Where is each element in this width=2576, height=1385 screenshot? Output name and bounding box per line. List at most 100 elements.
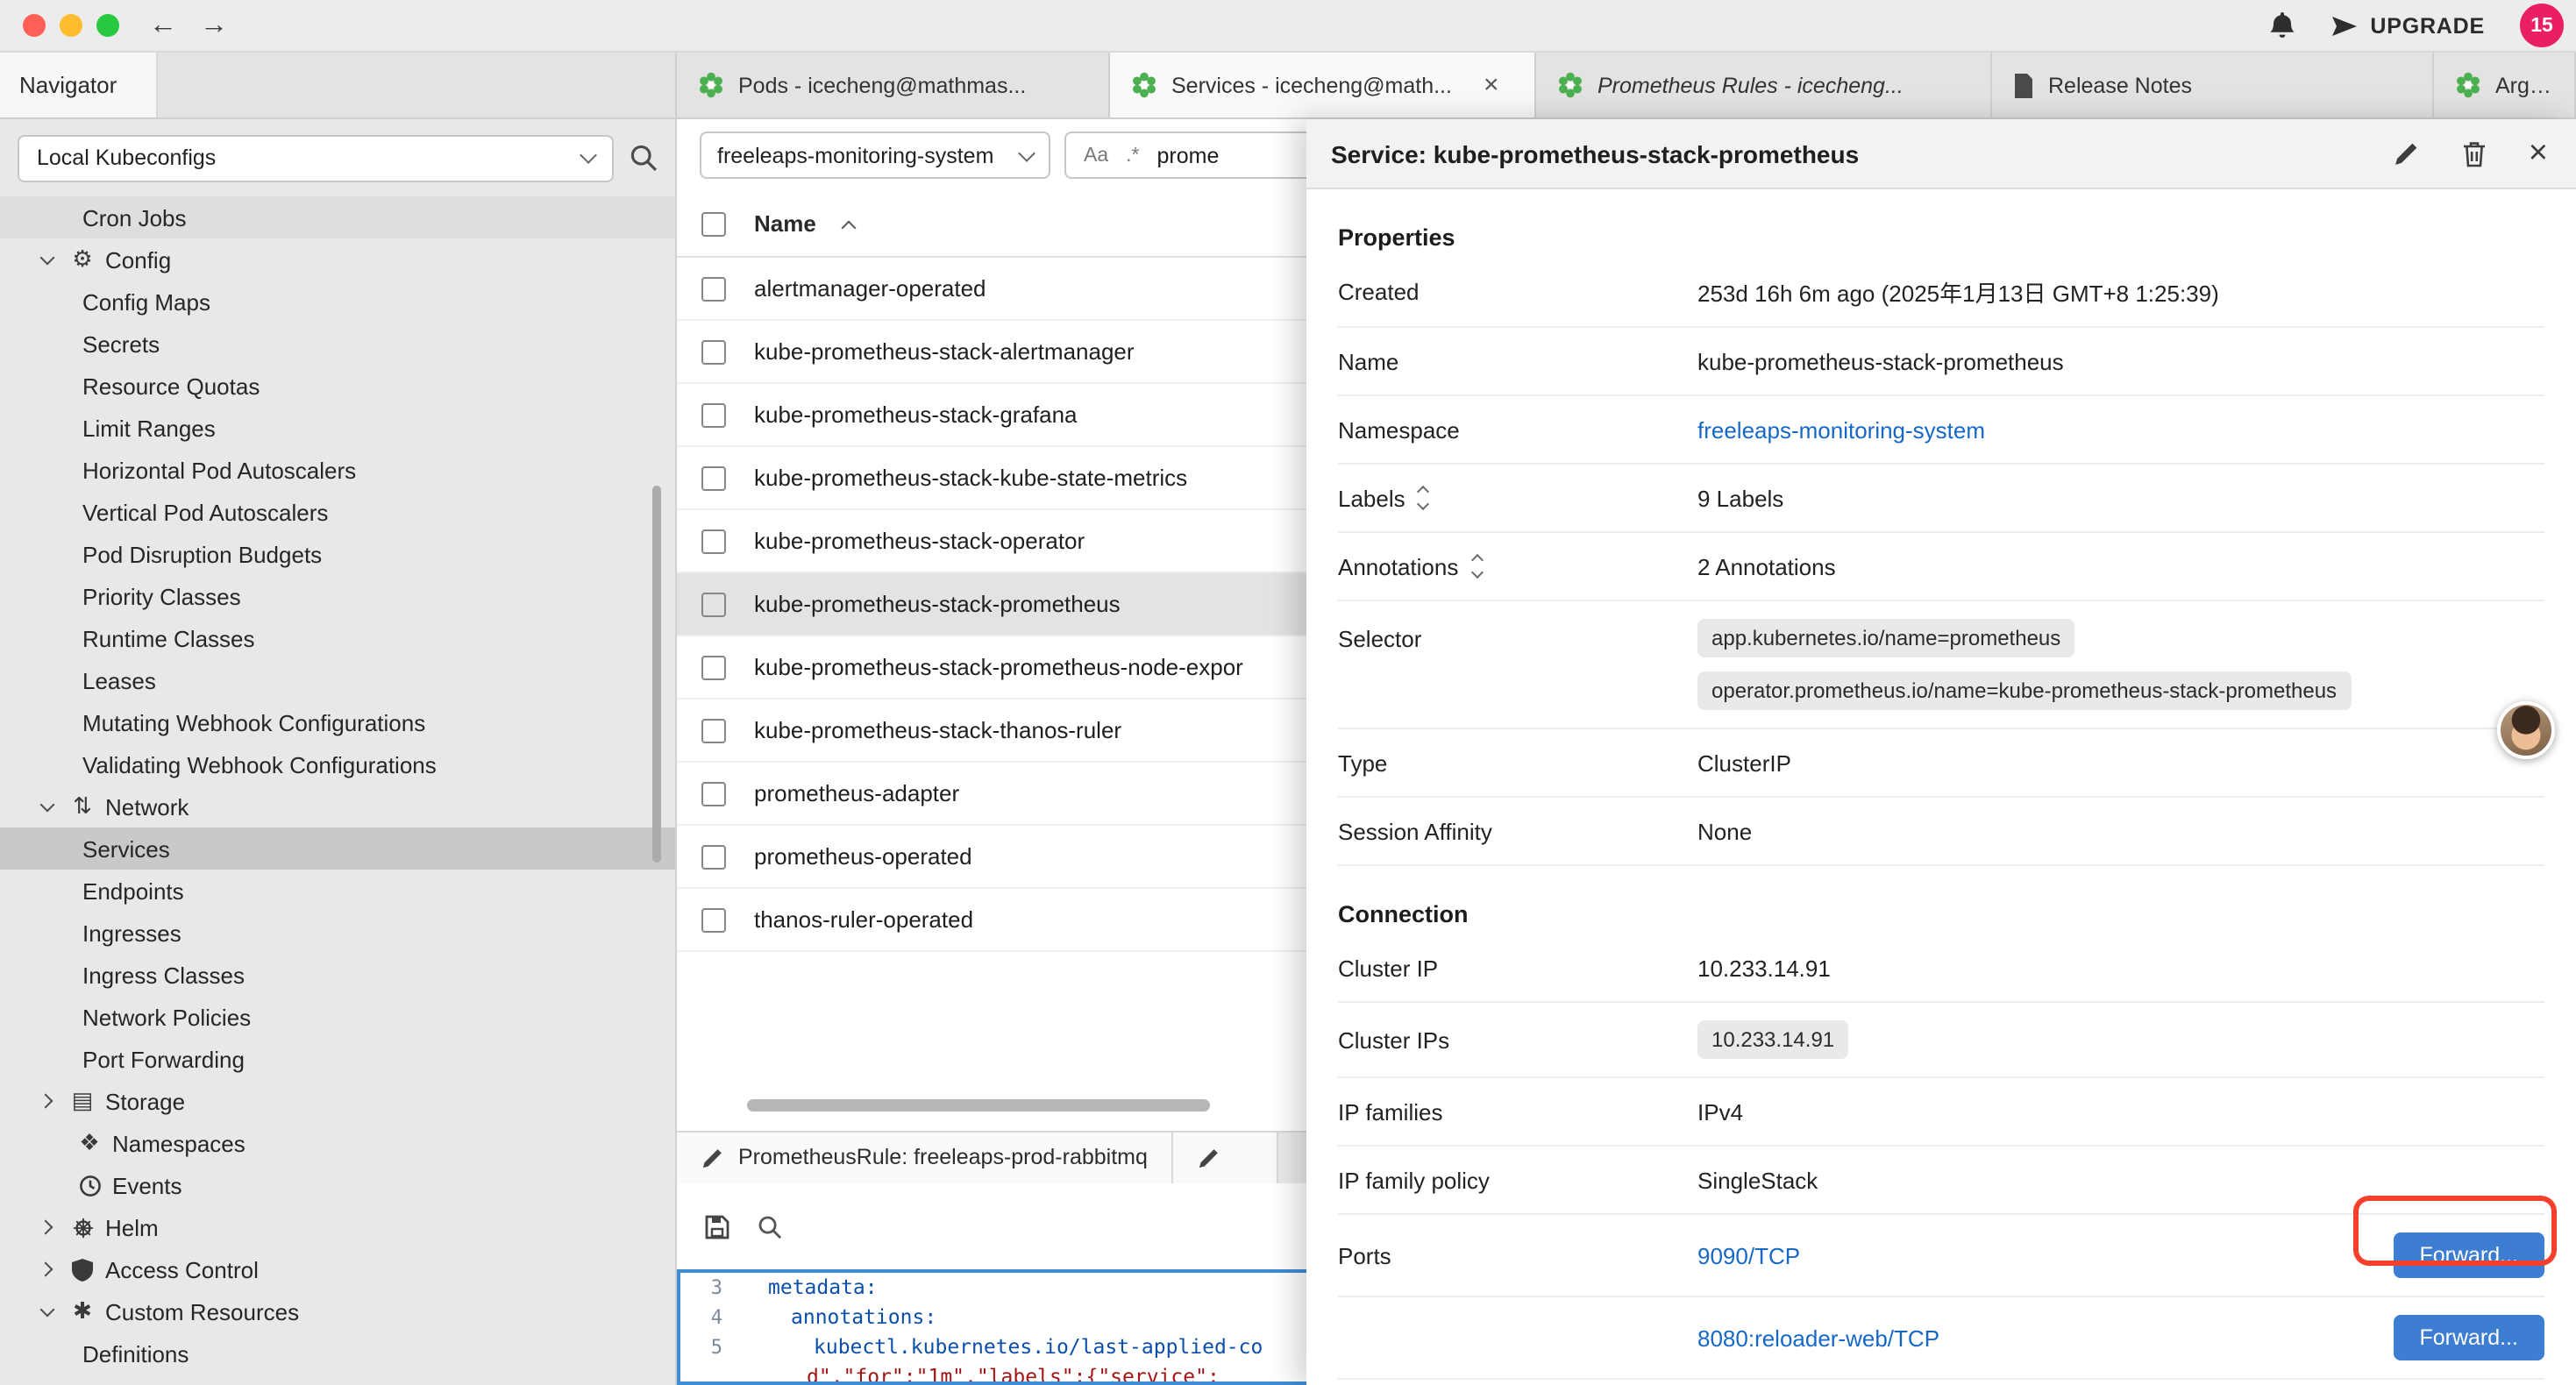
drawer-row-session-affinity: Session Affinity None bbox=[1338, 798, 2544, 866]
editor-search-icon[interactable] bbox=[758, 1215, 782, 1239]
service-name: kube-prometheus-stack-alertmanager bbox=[754, 338, 1135, 365]
sidebar-item-namespaces[interactable]: ❖ Namespaces bbox=[0, 1122, 675, 1164]
back-button[interactable]: ← bbox=[149, 0, 177, 52]
port-link-8080[interactable]: 8080:reloader-web/TCP bbox=[1697, 1325, 1939, 1351]
regex-toggle[interactable]: .* bbox=[1126, 145, 1139, 166]
line-number bbox=[680, 1361, 744, 1385]
row-checkbox[interactable] bbox=[701, 907, 726, 932]
save-icon[interactable] bbox=[705, 1215, 729, 1239]
notification-count-badge[interactable]: 15 bbox=[2520, 4, 2564, 47]
sidebar-item-secrets[interactable]: Secrets bbox=[0, 323, 675, 365]
sidebar-item-vertical-pod-autoscalers[interactable]: Vertical Pod Autoscalers bbox=[0, 491, 675, 533]
sidebar-item-horizontal-pod-autoscalers[interactable]: Horizontal Pod Autoscalers bbox=[0, 449, 675, 491]
freelens-logo-icon bbox=[2455, 72, 2481, 98]
sidebar-item-label: Config bbox=[105, 246, 171, 273]
notifications-bell-icon[interactable] bbox=[2268, 11, 2295, 39]
tab-release-notes[interactable]: Release Notes bbox=[1992, 53, 2434, 117]
kubeconfig-selector[interactable]: Local Kubeconfigs bbox=[18, 134, 614, 181]
drawer-value: None bbox=[1697, 818, 2544, 844]
namespace-filter-select[interactable]: freeleaps-monitoring-system bbox=[700, 131, 1050, 179]
sidebar-item-resource-quotas[interactable]: Resource Quotas bbox=[0, 365, 675, 407]
row-checkbox[interactable] bbox=[701, 339, 726, 364]
sidebar-item-config[interactable]: ⚙ Config bbox=[0, 238, 675, 281]
upgrade-button[interactable]: UPGRADE bbox=[2330, 11, 2485, 39]
unfold-more-icon[interactable] bbox=[1472, 556, 1481, 577]
sidebar-item-services[interactable]: Services bbox=[0, 827, 675, 870]
sidebar-item-mutating-webhook-configurations[interactable]: Mutating Webhook Configurations bbox=[0, 701, 675, 743]
chevron-down-icon bbox=[580, 146, 597, 164]
sidebar-item-priority-classes[interactable]: Priority Classes bbox=[0, 575, 675, 617]
match-case-toggle[interactable]: Aa bbox=[1084, 145, 1108, 166]
sidebar-item-validating-webhook-configurations[interactable]: Validating Webhook Configurations bbox=[0, 743, 675, 785]
row-checkbox[interactable] bbox=[701, 529, 726, 553]
row-checkbox[interactable] bbox=[701, 276, 726, 301]
sidebar-item-config-maps[interactable]: Config Maps bbox=[0, 281, 675, 323]
sidebar-item-access-control[interactable]: Access Control bbox=[0, 1248, 675, 1290]
chevron-down-icon bbox=[42, 1308, 67, 1315]
sidebar-item-network[interactable]: ⇅ Network bbox=[0, 785, 675, 827]
sidebar-item-leases[interactable]: Leases bbox=[0, 659, 675, 701]
delete-trash-icon[interactable] bbox=[2462, 139, 2487, 167]
sidebar-item-label: Runtime Classes bbox=[82, 625, 255, 651]
sidebar-item-cron-jobs[interactable]: Cron Jobs bbox=[0, 196, 675, 238]
tab-prometheus-rules[interactable]: Prometheus Rules - icecheng... bbox=[1536, 53, 1992, 117]
sidebar-item-port-forwarding[interactable]: Port Forwarding bbox=[0, 1038, 675, 1080]
service-name: kube-prometheus-stack-prometheus bbox=[754, 591, 1121, 617]
storage-icon: ▤ bbox=[67, 1087, 98, 1115]
window-controls bbox=[0, 14, 119, 37]
sidebar-item-endpoints[interactable]: Endpoints bbox=[0, 870, 675, 912]
row-checkbox[interactable] bbox=[701, 465, 726, 490]
drawer-value: 9 Labels bbox=[1697, 485, 2544, 511]
row-checkbox[interactable] bbox=[701, 402, 726, 427]
namespace-link[interactable]: freeleaps-monitoring-system bbox=[1697, 416, 1985, 443]
close-window-button[interactable] bbox=[23, 14, 46, 37]
upgrade-label: UPGRADE bbox=[2370, 13, 2485, 38]
sidebar-item-helm[interactable]: Helm bbox=[0, 1206, 675, 1248]
row-checkbox[interactable] bbox=[701, 655, 726, 679]
drawer-row-cluster-ips: Cluster IPs 10.233.14.91 bbox=[1338, 1003, 2544, 1078]
sidebar-item-network-policies[interactable]: Network Policies bbox=[0, 996, 675, 1038]
avatar[interactable] bbox=[2497, 701, 2555, 759]
sidebar-item-ingresses[interactable]: Ingresses bbox=[0, 912, 675, 954]
row-checkbox[interactable] bbox=[701, 592, 726, 616]
edit-pencil-icon[interactable] bbox=[2394, 140, 2420, 167]
unfold-more-icon[interactable] bbox=[1420, 487, 1428, 508]
cluster-ip-badge: 10.233.14.91 bbox=[1697, 1020, 1848, 1059]
scrollbar-thumb[interactable] bbox=[747, 1098, 1210, 1111]
sidebar-item-custom-resources[interactable]: ✱ Custom Resources bbox=[0, 1290, 675, 1332]
forward-button-8080[interactable]: Forward... bbox=[2393, 1315, 2544, 1360]
navigator-tab[interactable]: Navigator bbox=[0, 53, 158, 117]
name-column-header[interactable]: Name bbox=[754, 210, 816, 237]
tab-argo[interactable]: Argo S bbox=[2434, 53, 2576, 117]
close-tab-icon[interactable]: × bbox=[1484, 70, 1499, 100]
sidebar-item-storage[interactable]: ▤ Storage bbox=[0, 1080, 675, 1122]
sidebar-item-definitions[interactable]: Definitions bbox=[0, 1332, 675, 1374]
service-name: kube-prometheus-stack-grafana bbox=[754, 401, 1078, 428]
sidebar-item-pod-disruption-budgets[interactable]: Pod Disruption Budgets bbox=[0, 533, 675, 575]
port-link-9090[interactable]: 9090/TCP bbox=[1697, 1242, 1800, 1268]
tab-pods[interactable]: Pods - icecheng@mathmas... bbox=[677, 53, 1110, 117]
tab-bar: Navigator Pods - icecheng@mathmas... Ser… bbox=[0, 53, 2576, 119]
row-checkbox[interactable] bbox=[701, 781, 726, 806]
sidebar-item-ingress-classes[interactable]: Ingress Classes bbox=[0, 954, 675, 996]
close-panel-icon[interactable]: × bbox=[2529, 137, 2548, 170]
sidebar-scrollbar[interactable] bbox=[652, 486, 661, 863]
maximize-window-button[interactable] bbox=[96, 14, 119, 37]
code-text: kubectl.kubernetes.io/last-applied-co bbox=[744, 1332, 1263, 1361]
minimize-window-button[interactable] bbox=[60, 14, 82, 37]
row-checkbox[interactable] bbox=[701, 844, 726, 869]
forward-button[interactable]: → bbox=[200, 0, 228, 52]
line-number: 5 bbox=[680, 1332, 744, 1361]
select-all-checkbox[interactable] bbox=[701, 211, 726, 236]
tab-services[interactable]: Services - icecheng@math... × bbox=[1110, 53, 1536, 117]
sidebar-item-limit-ranges[interactable]: Limit Ranges bbox=[0, 407, 675, 449]
dock-tab-prometheusrule[interactable]: PrometheusRule: freeleaps-prod-rabbitmq bbox=[677, 1132, 1174, 1183]
chevron-right-icon bbox=[42, 1222, 67, 1232]
dock-tab-partial[interactable] bbox=[1174, 1132, 1279, 1183]
sidebar-item-events[interactable]: Events bbox=[0, 1164, 675, 1206]
drawer-label: Labels bbox=[1338, 485, 1405, 511]
sidebar-search-icon[interactable] bbox=[630, 144, 658, 172]
sidebar-item-runtime-classes[interactable]: Runtime Classes bbox=[0, 617, 675, 659]
row-checkbox[interactable] bbox=[701, 718, 726, 742]
drawer-row-cluster-ip: Cluster IP 10.233.14.91 bbox=[1338, 934, 2544, 1003]
